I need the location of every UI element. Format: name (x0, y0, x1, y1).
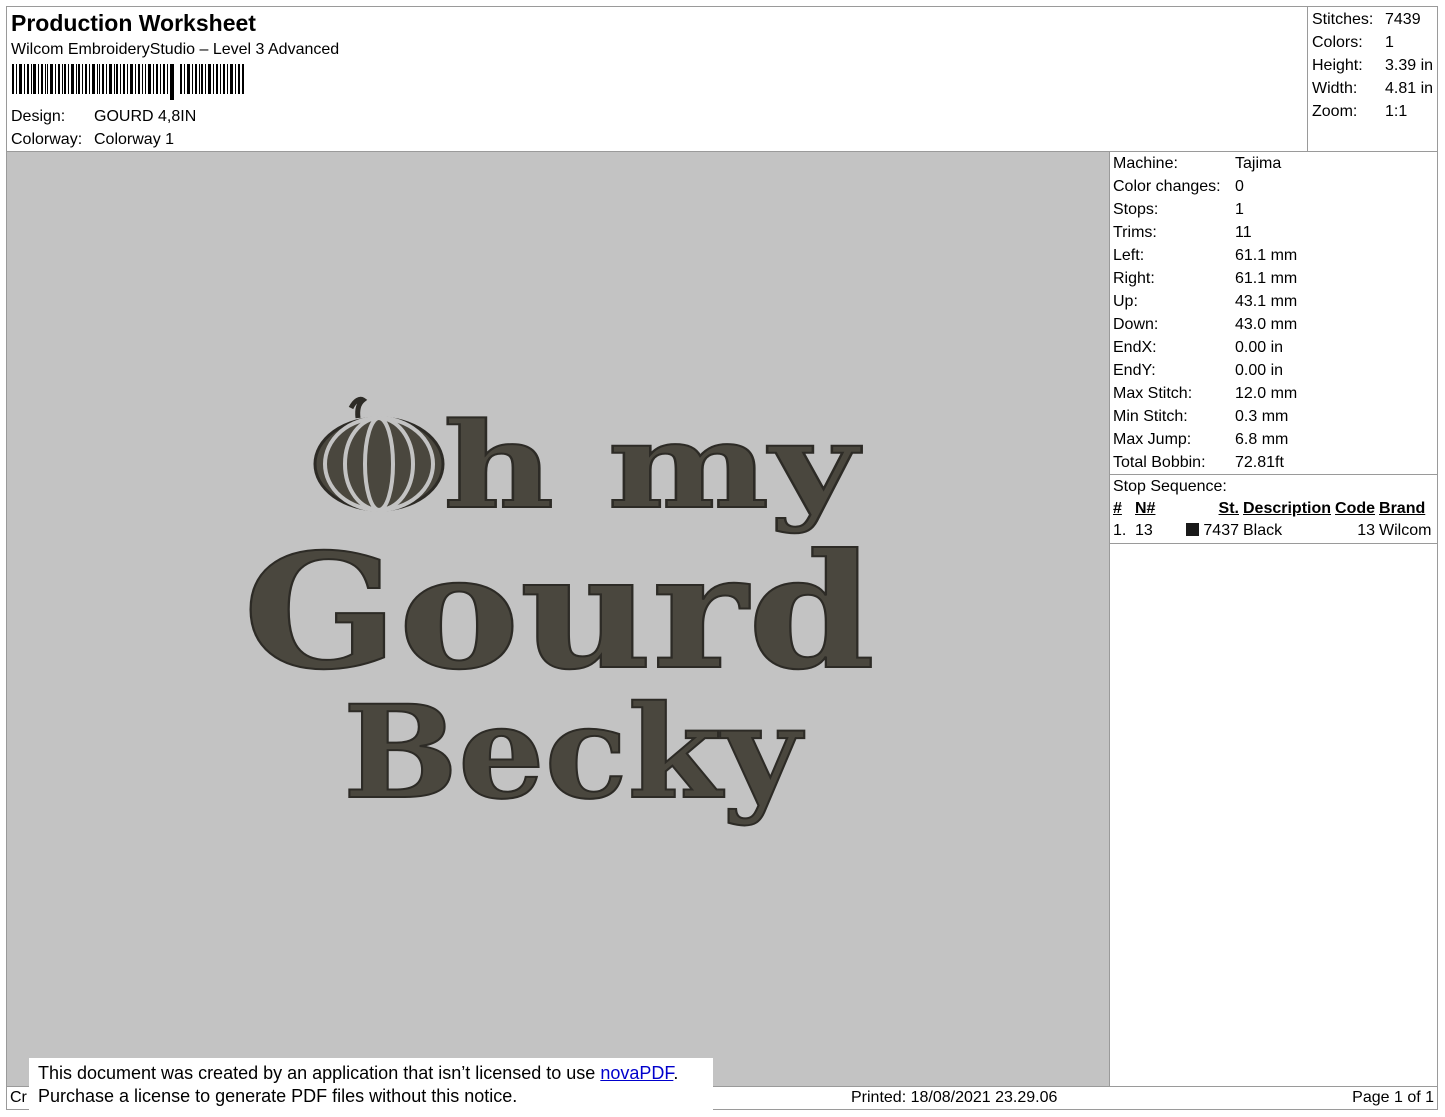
info-max-jump: Max Jump: 6.8 mm (1113, 431, 1289, 448)
col-num: # (1113, 500, 1122, 517)
row-num: 1. (1113, 522, 1127, 539)
thread-color-swatch (1185, 523, 1199, 536)
col-needle: N# (1135, 500, 1156, 517)
info-min-stitch: Min Stitch: 0.3 mm (1113, 408, 1289, 425)
colorway-field: Colorway: Colorway 1 (11, 128, 174, 151)
info-color-changes: Color changes: 0 (1113, 178, 1244, 195)
info-machine: Machine: Tajima (1113, 155, 1282, 172)
stat-height: Height: 3.39 in (1312, 57, 1434, 74)
stop-sequence-title: Stop Sequence: (1113, 478, 1227, 495)
stop-sequence-table: # N# St. Description Code Brand 1. 13 74… (1113, 498, 1435, 542)
license-notice: This document was created by an applicat… (29, 1058, 713, 1112)
design-value: GOURD 4,8IN (94, 108, 197, 125)
stat-stitches: Stitches: 7439 (1312, 11, 1421, 28)
info-down: Down: 43.0 mm (1113, 316, 1298, 333)
col-code: Code (1335, 500, 1376, 517)
row-stitches-cell: 7437 (1179, 520, 1243, 542)
footer-printed-date: Printed: 18/08/2021 23.29.06 (851, 1089, 1058, 1106)
info-endx: EndX: 0.00 in (1113, 339, 1284, 356)
table-divider (1110, 543, 1438, 544)
info-trims: Trims: 11 (1113, 224, 1252, 241)
info-stops: Stops: 1 (1113, 201, 1244, 218)
embroidery-design: h my Gourd Becky (242, 395, 876, 829)
footer-created-text: Cr (10, 1089, 27, 1106)
notice-line-1: This document was created by an applicat… (38, 1063, 679, 1083)
row-brand: Wilcom (1379, 522, 1432, 539)
machine-info-panel: Machine: Tajima Color changes: 0 Stops: 1 T… (1110, 152, 1438, 1086)
info-up: Up: 43.1 mm (1113, 293, 1298, 310)
notice-line-2: Purchase a license to generate PDF files… (38, 1086, 518, 1106)
worksheet-title: Production Worksheet (11, 10, 256, 36)
pumpkin-icon (313, 396, 445, 512)
stat-colors: Colors: 1 (1312, 34, 1394, 51)
novapdf-link[interactable]: novaPDF (600, 1063, 673, 1083)
row-code: 13 (1357, 522, 1376, 539)
col-description: Description (1243, 500, 1332, 517)
row-stitches: 7437 (1203, 522, 1239, 539)
colorway-label: Colorway: (11, 131, 83, 148)
info-total-bobbin: Total Bobbin: 72.81ft (1113, 454, 1284, 471)
col-stitches: St. (1218, 500, 1239, 517)
barcode-image (12, 64, 244, 100)
design-line-3: Becky (343, 678, 805, 828)
info-left: Left: 61.1 mm (1113, 247, 1298, 264)
table-row: 1. 13 7437 Black 13 Wilcom (1113, 520, 1435, 542)
design-line-1: h my (443, 396, 862, 535)
table-header-row: # N# St. Description Code Brand (1113, 498, 1435, 520)
info-max-stitch: Max Stitch: 12.0 mm (1113, 385, 1298, 402)
design-label: Design: (11, 108, 66, 125)
info-right: Right: 61.1 mm (1113, 270, 1298, 287)
row-description: Black (1243, 522, 1283, 539)
colorway-value: Colorway 1 (94, 131, 175, 148)
stat-width: Width: 4.81 in (1312, 80, 1434, 97)
footer-page-number: Page 1 of 1 (1352, 1089, 1434, 1106)
summary-stats: Stitches: 7439 Colors: 1 Height: 3.39 in Wi… (1307, 6, 1438, 152)
software-name: Wilcom EmbroideryStudio – Level 3 Advanc… (11, 41, 340, 58)
col-brand: Brand (1379, 500, 1426, 517)
design-preview-canvas: h my Gourd Becky (7, 152, 1110, 1086)
info-endy: EndY: 0.00 in (1113, 362, 1284, 379)
row-needle: 13 (1135, 522, 1153, 539)
stat-zoom: Zoom: 1:1 (1312, 103, 1408, 120)
design-name-field: Design: GOURD 4,8IN (11, 105, 196, 128)
